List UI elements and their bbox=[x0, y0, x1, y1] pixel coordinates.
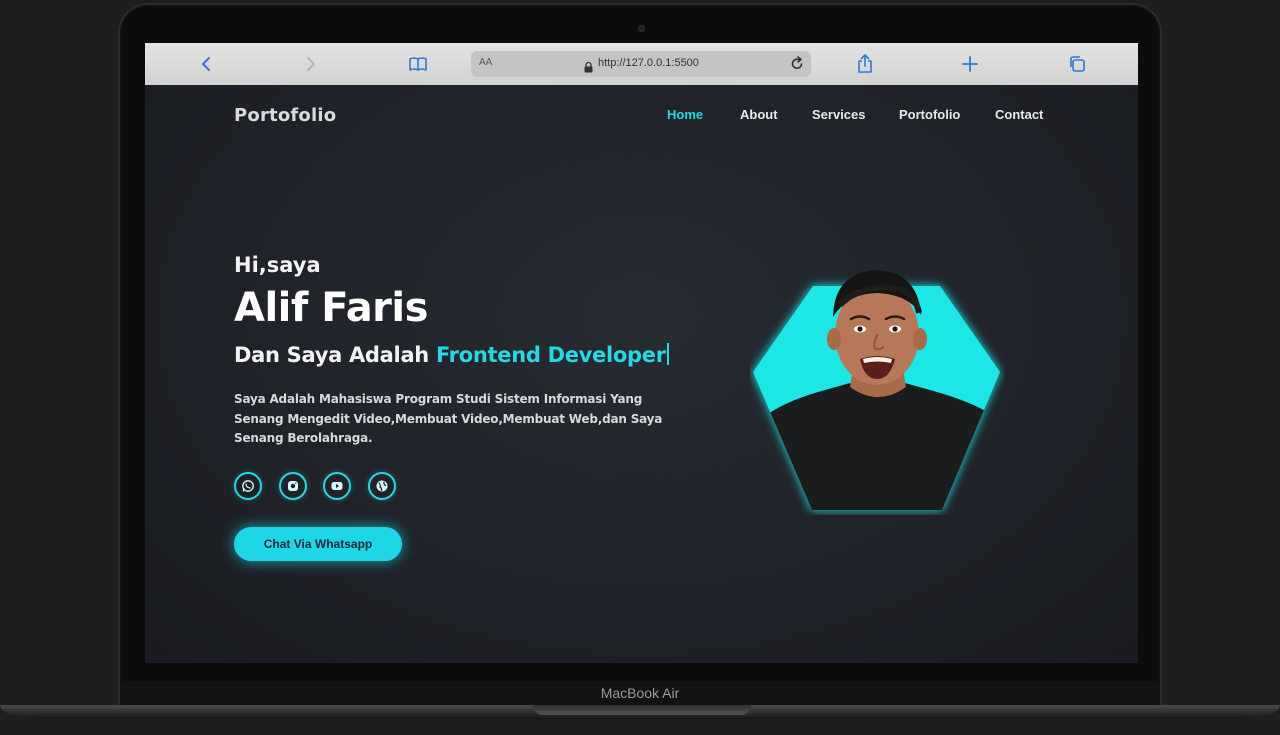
device-brand-label: MacBook Air bbox=[600, 685, 680, 701]
lock-icon bbox=[584, 58, 593, 77]
whatsapp-icon[interactable] bbox=[234, 472, 262, 500]
website: Portofolio Home About Services Portofoli… bbox=[145, 85, 1138, 663]
reload-icon[interactable] bbox=[790, 56, 804, 75]
tabs-icon[interactable] bbox=[1066, 53, 1088, 75]
profile-image bbox=[750, 255, 1005, 515]
nav-services[interactable]: Services bbox=[812, 107, 866, 122]
typing-caret bbox=[666, 343, 669, 365]
globe-icon[interactable] bbox=[368, 472, 396, 500]
url-text: http://127.0.0.1:5500 bbox=[598, 57, 699, 69]
nav-home[interactable]: Home bbox=[667, 107, 703, 122]
laptop-notch bbox=[533, 705, 751, 715]
chat-whatsapp-button[interactable]: Chat Via Whatsapp bbox=[234, 527, 402, 561]
forward-icon[interactable] bbox=[300, 53, 322, 75]
instagram-icon[interactable] bbox=[279, 472, 307, 500]
hero-role-prefix: Dan Saya Adalah bbox=[234, 343, 436, 367]
screen: AA http://127.0.0.1:5500 Portofolio Home… bbox=[145, 43, 1138, 663]
hero-name: Alif Faris bbox=[234, 285, 428, 331]
nav-contact[interactable]: Contact bbox=[995, 107, 1043, 122]
nav-about[interactable]: About bbox=[740, 107, 778, 122]
hero-description: Saya Adalah Mahasiswa Program Studi Sist… bbox=[234, 392, 663, 445]
camera bbox=[638, 25, 645, 32]
hero-role: Dan Saya Adalah Frontend Developer bbox=[234, 343, 669, 367]
text-size-button[interactable]: AA bbox=[479, 57, 492, 68]
share-icon[interactable] bbox=[854, 53, 876, 75]
youtube-icon[interactable] bbox=[323, 472, 351, 500]
back-icon[interactable] bbox=[195, 53, 217, 75]
new-tab-icon[interactable] bbox=[959, 53, 981, 75]
browser-toolbar: AA http://127.0.0.1:5500 bbox=[145, 43, 1138, 86]
hero-role-highlight: Frontend Developer bbox=[435, 343, 666, 367]
nav-portofolio[interactable]: Portofolio bbox=[899, 107, 960, 122]
main-nav: Home About Services Portofolio Contact bbox=[145, 107, 1138, 127]
reader-icon[interactable] bbox=[407, 53, 429, 75]
hero-greeting: Hi,saya bbox=[234, 253, 321, 277]
address-bar[interactable]: AA http://127.0.0.1:5500 bbox=[471, 51, 811, 77]
